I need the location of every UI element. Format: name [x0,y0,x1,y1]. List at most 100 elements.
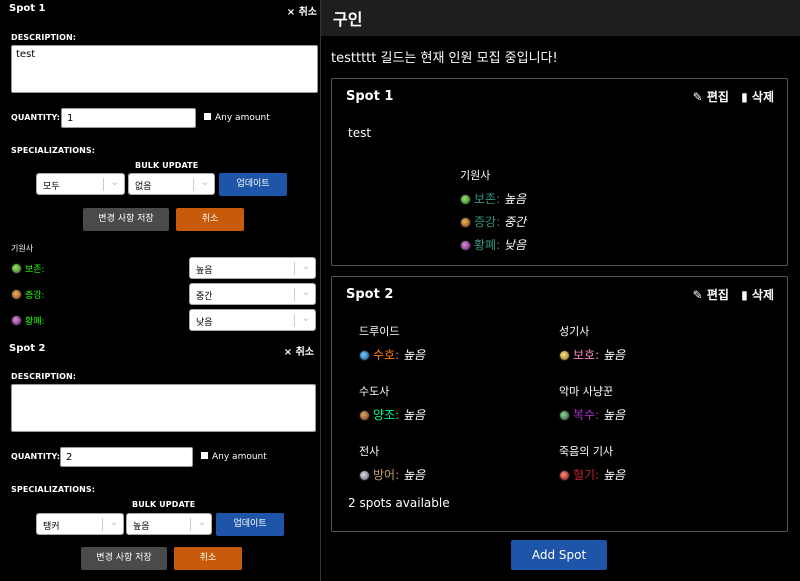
spot2-save-button[interactable]: 변경 사항 저장 [81,547,167,570]
spot2-bulk-priority-select[interactable]: 높음 ⌄ [126,513,212,535]
select-value: 없음 [135,182,152,192]
class-name: 악마 사냥꾼 [559,385,614,398]
spec-priority: 높음 [402,468,426,482]
spot2-description-input[interactable] [11,384,316,432]
class-name: 성기사 [559,325,590,338]
spec-priority: 낮음 [503,238,527,252]
spot2-card: Spot 2 ✎ 편집 ▮ 삭제 드루이드 수호: 높음 성기사 보호: 높음 … [331,276,788,532]
spot1-description-label: DESCRIPTION: [11,33,77,42]
spec-row: 방어: 높음 [359,466,425,483]
spots-available-text: 2 spots available [348,496,450,510]
spot2-specializations-label: SPECIALIZATIONS: [11,485,96,494]
recruitment-panel: 구인 testtttt 길드는 현재 인원 모집 중입니다! Spot 1 ✎ … [320,0,800,581]
spec-name: 수호: [373,348,400,362]
spot1-spec-row: 보존: [11,262,45,275]
select-value: 낮음 [196,318,213,328]
spot2-bulk-update-label: BULK UPDATE [132,500,196,509]
spec-row: 복수: 높음 [559,406,625,423]
chevron-down-icon: ⌄ [301,313,310,324]
guardian-icon [359,350,370,361]
spec-priority: 높음 [602,408,626,422]
spot1-bulk-priority-select[interactable]: 없음 ⌄ [128,173,215,195]
spec-row: 양조: 높음 [359,406,425,423]
select-value: 높음 [196,266,213,276]
spot2-update-button[interactable]: 업데이트 [216,513,284,536]
spec-row: 수호: 높음 [359,346,425,363]
class-group: 악마 사냥꾼 복수: 높음 [559,383,625,429]
checkbox-box[interactable] [201,452,208,459]
spot1-update-button[interactable]: 업데이트 [219,173,287,196]
class-group: 성기사 보호: 높음 [559,323,625,369]
class-group: 전사 방어: 높음 [359,443,425,489]
spot-editor-panel: Spot 1 × 취소 DESCRIPTION: test QUANTITY: … [0,0,320,581]
select-value: 모두 [43,182,60,192]
spec-name: 증강: [25,291,45,301]
spot1-bulk-class-select[interactable]: 모두 ⌄ [36,173,125,195]
spec-name: 보존: [25,265,45,275]
spot2-any-amount-checkbox[interactable]: Any amount [201,452,267,462]
class-group: 죽음의 기사 혈기: 높음 [559,443,625,489]
chevron-down-icon: ⌄ [301,261,310,272]
spot1-quantity-label: QUANTITY: [11,113,61,122]
select-separator [190,518,191,531]
class-group: 수도사 양조: 높음 [359,383,425,429]
spec-name: 혈기: [573,468,600,482]
spot1-quantity-input[interactable] [61,108,196,128]
spot2-any-amount-label: Any amount [212,452,267,462]
spot1-card-description: test [348,126,372,140]
augmentation-icon [460,217,471,228]
arms-protection-icon [359,470,370,481]
page-title: 구인 [333,10,363,29]
add-spot-button[interactable]: Add Spot [511,540,607,570]
spot1-spec-priority-select[interactable]: 낮음 ⌄ [189,309,316,331]
spot1-description-input[interactable]: test [11,45,318,93]
select-separator [294,262,295,275]
spot1-spec-row: 증강: [11,288,45,301]
spot1-card-title: Spot 1 [346,89,394,104]
spot1-cancel-button[interactable]: 취소 [176,208,244,231]
select-separator [193,178,194,191]
spot1-spec-priority-select[interactable]: 높음 ⌄ [189,257,316,279]
spot1-editor-cancel[interactable]: × 취소 [287,3,317,18]
spot1-edit-button[interactable]: ✎ 편집 [693,90,729,104]
spot1-any-amount-label: Any amount [215,113,270,123]
spot1-card: Spot 1 ✎ 편집 ▮ 삭제 test 기원사 보존: 높음 증강: 중간 … [331,78,788,266]
spec-name: 양조: [373,408,400,422]
select-value: 중간 [196,292,213,302]
spot2-cancel-button[interactable]: 취소 [174,547,242,570]
spec-priority: 높음 [402,348,426,362]
spot1-save-button[interactable]: 변경 사항 저장 [83,208,169,231]
panel-header: 구인 [321,0,800,36]
spot1-any-amount-checkbox[interactable]: Any amount [204,113,270,123]
spot2-editor-title: Spot 2 [9,343,46,354]
preservation-icon [460,194,471,205]
class-name: 수도사 [359,385,390,398]
select-separator [294,288,295,301]
spot1-editor-header: Spot 1 × 취소 [0,0,320,22]
spot2-editor-cancel[interactable]: × 취소 [284,343,314,358]
class-group: 드루이드 수호: 높음 [359,323,425,369]
spot1-spec-priority-select[interactable]: 중간 ⌄ [189,283,316,305]
chevron-down-icon: ⌄ [110,177,119,188]
spot1-spec-row: 황폐: [11,314,45,327]
spec-row: 황폐: 낮음 [460,236,526,253]
class-name: 기원사 [460,169,491,182]
class-name: 드루이드 [359,325,400,338]
select-separator [294,314,295,327]
select-separator [103,178,104,191]
spec-name: 복수: [573,408,600,422]
spot2-description-label: DESCRIPTION: [11,372,77,381]
checkbox-box[interactable] [204,113,211,120]
spec-row: 보존: 높음 [460,190,526,207]
preservation-icon [11,263,22,274]
spec-priority: 높음 [602,348,626,362]
spot2-delete-button[interactable]: ▮ 삭제 [741,288,774,302]
spec-name: 보호: [573,348,600,362]
spot1-class-name: 기원사 [11,244,34,253]
spot2-quantity-input[interactable] [60,447,193,467]
spot1-delete-button[interactable]: ▮ 삭제 [741,90,774,104]
spot2-card-actions: ✎ 편집 ▮ 삭제 [685,286,774,303]
spec-name: 증강: [474,215,501,229]
spot2-bulk-class-select[interactable]: 탱커 ⌄ [36,513,124,535]
spot2-edit-button[interactable]: ✎ 편집 [693,288,729,302]
